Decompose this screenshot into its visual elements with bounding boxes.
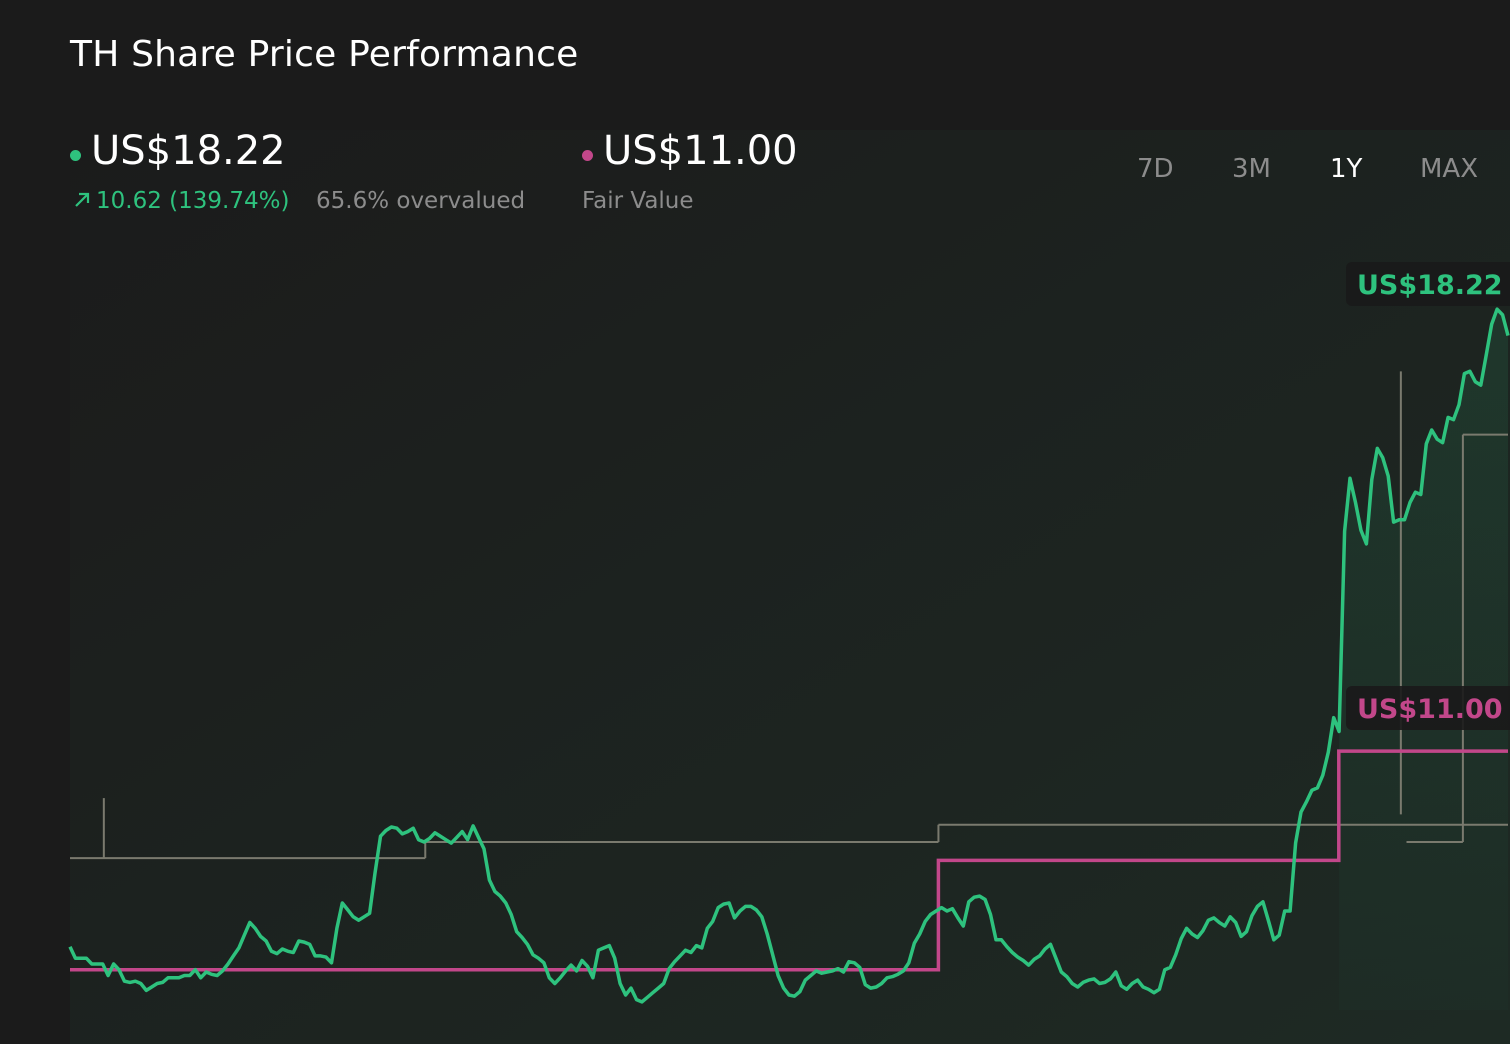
range-7d[interactable]: 7D xyxy=(1137,154,1174,184)
range-3m[interactable]: 3M xyxy=(1232,154,1271,184)
range-selector: 7D 3M 1Y MAX xyxy=(0,154,1510,194)
price-end-label: US$18.22 xyxy=(1357,270,1503,301)
chart-background xyxy=(70,130,1510,1044)
range-max[interactable]: MAX xyxy=(1420,154,1478,184)
fair-value-end-label: US$11.00 xyxy=(1357,694,1503,725)
range-1y[interactable]: 1Y xyxy=(1330,154,1362,184)
chart-title: TH Share Price Performance xyxy=(70,34,579,75)
